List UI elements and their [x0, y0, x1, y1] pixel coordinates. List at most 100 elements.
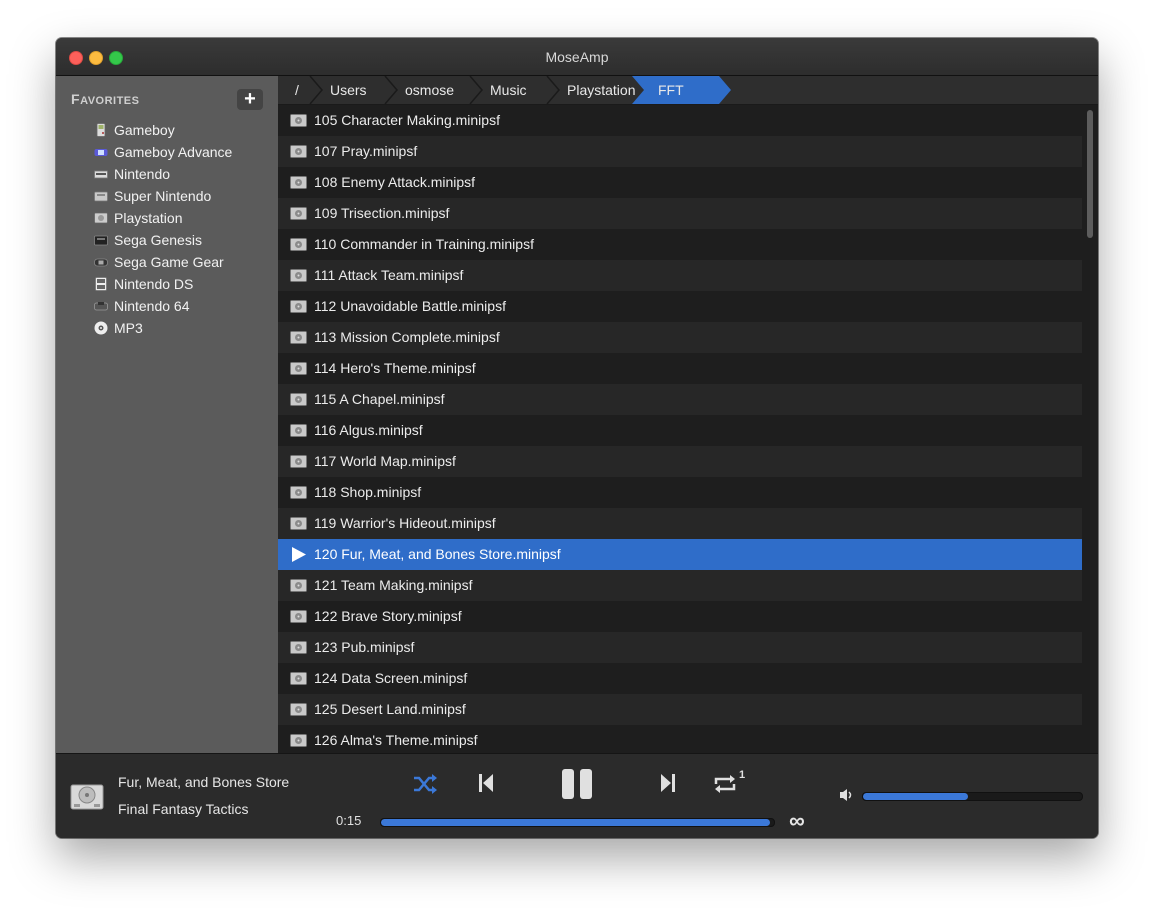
- file-name: 115 A Chapel.minipsf: [314, 391, 445, 407]
- file-row-selected[interactable]: 120 Fur, Meat, and Bones Store.minipsf: [278, 539, 1082, 570]
- file-list-scrollbar[interactable]: [1082, 105, 1098, 753]
- file-row[interactable]: 114 Hero's Theme.minipsf: [278, 353, 1082, 384]
- file-row[interactable]: 110 Commander in Training.minipsf: [278, 229, 1082, 260]
- playstation-icon: [290, 703, 307, 716]
- playstation-icon: [290, 114, 307, 127]
- file-name: 108 Enemy Attack.minipsf: [314, 174, 476, 190]
- file-row[interactable]: 121 Team Making.minipsf: [278, 570, 1082, 601]
- file-row[interactable]: 124 Data Screen.minipsf: [278, 663, 1082, 694]
- app-window: MoseAmp FAVORITES + Gameboy Gameboy Advan…: [56, 38, 1098, 838]
- file-row[interactable]: 116 Algus.minipsf: [278, 415, 1082, 446]
- repeat-count-badge: 1: [739, 769, 746, 781]
- file-row[interactable]: 115 A Chapel.minipsf: [278, 384, 1082, 415]
- nintendo-64-icon: [94, 302, 108, 311]
- playstation-icon: [290, 207, 307, 220]
- sidebar-item-nintendo-ds[interactable]: Nintendo DS: [94, 273, 232, 295]
- file-row[interactable]: 113 Mission Complete.minipsf: [278, 322, 1082, 353]
- add-favorite-button[interactable]: +: [237, 89, 263, 110]
- scrollbar-thumb[interactable]: [1087, 110, 1093, 238]
- volume-slider[interactable]: [862, 792, 1083, 801]
- file-row[interactable]: 125 Desert Land.minipsf: [278, 694, 1082, 725]
- file-row[interactable]: 119 Warrior's Hideout.minipsf: [278, 508, 1082, 539]
- favorites-list: Gameboy Gameboy Advance Nintendo Super Nint…: [94, 119, 232, 339]
- sega-genesis-icon: [94, 235, 108, 246]
- volume-icon[interactable]: [839, 788, 855, 802]
- breadcrumb-separator: [309, 76, 323, 104]
- window-title: MoseAmp: [545, 49, 609, 65]
- sidebar-item-nintendo[interactable]: Nintendo: [94, 163, 232, 185]
- sidebar-item-label: Playstation: [114, 210, 183, 226]
- playstation-icon: [290, 517, 307, 530]
- file-row[interactable]: 123 Pub.minipsf: [278, 632, 1082, 663]
- file-row[interactable]: 117 World Map.minipsf: [278, 446, 1082, 477]
- breadcrumb-separator: [384, 76, 398, 104]
- elapsed-time: 0:15: [336, 813, 362, 828]
- sidebar-item-label: Gameboy Advance: [114, 144, 233, 160]
- sidebar-item-label: Sega Genesis: [114, 232, 202, 248]
- file-name: 109 Trisection.minipsf: [314, 205, 450, 221]
- volume-slider-fill: [863, 793, 969, 800]
- playstation-icon: [290, 734, 307, 747]
- super-nintendo-icon: [94, 191, 108, 202]
- file-name: 116 Algus.minipsf: [314, 422, 423, 438]
- title-bar: MoseAmp: [56, 38, 1098, 76]
- file-row[interactable]: 107 Pray.minipsf: [278, 136, 1082, 167]
- file-row[interactable]: 111 Attack Team.minipsf: [278, 260, 1082, 291]
- pause-icon[interactable]: [561, 768, 593, 800]
- sidebar-item-gameboy[interactable]: Gameboy: [94, 119, 232, 141]
- playstation-icon: [290, 579, 307, 592]
- sidebar-item-label: Nintendo: [114, 166, 171, 182]
- file-row[interactable]: 126 Alma's Theme.minipsf: [278, 725, 1082, 753]
- playstation-icon: [94, 212, 108, 224]
- favorites-header: FAVORITES: [71, 91, 140, 107]
- file-name: 125 Desert Land.minipsf: [314, 701, 466, 717]
- playstation-icon: [290, 393, 307, 406]
- breadcrumb-item-root[interactable]: /: [295, 76, 299, 104]
- breadcrumb-item-fft[interactable]: FFT: [658, 76, 684, 104]
- playstation-icon: [290, 455, 307, 468]
- file-row[interactable]: 105 Character Making.minipsf: [278, 105, 1082, 136]
- sidebar-item-playstation[interactable]: Playstation: [94, 207, 232, 229]
- previous-track-icon[interactable]: [478, 773, 494, 793]
- playing-icon: [292, 547, 306, 562]
- breadcrumb-item-playstation[interactable]: Playstation: [567, 76, 635, 104]
- now-playing-title: Fur, Meat, and Bones Store: [118, 774, 290, 790]
- file-row[interactable]: 118 Shop.minipsf: [278, 477, 1082, 508]
- file-name: 117 World Map.minipsf: [314, 453, 456, 469]
- breadcrumb-item-users[interactable]: Users: [330, 76, 367, 104]
- breadcrumb: / Users osmose Music Playstation FFT: [278, 76, 1098, 105]
- seek-bar[interactable]: [380, 818, 775, 827]
- favorites-sidebar: FAVORITES + Gameboy Gameboy Advance Ninten…: [56, 76, 278, 753]
- disc-icon: [94, 321, 108, 335]
- file-row[interactable]: 112 Unavoidable Battle.minipsf: [278, 291, 1082, 322]
- nintendo-ds-icon: [95, 277, 107, 291]
- repeat-icon[interactable]: [711, 773, 739, 795]
- gameboy-icon: [96, 123, 106, 137]
- sidebar-item-super-nintendo[interactable]: Super Nintendo: [94, 185, 232, 207]
- breadcrumb-item-music[interactable]: Music: [490, 76, 527, 104]
- shuffle-icon[interactable]: [412, 773, 438, 795]
- seek-bar-fill: [381, 819, 771, 826]
- sidebar-item-gameboy-advance[interactable]: Gameboy Advance: [94, 141, 232, 163]
- next-track-icon[interactable]: [660, 773, 676, 793]
- file-name: 123 Pub.minipsf: [314, 639, 415, 655]
- sidebar-item-nintendo-64[interactable]: Nintendo 64: [94, 295, 232, 317]
- duration-infinity: ∞: [789, 808, 805, 833]
- sidebar-item-sega-game-gear[interactable]: Sega Game Gear: [94, 251, 232, 273]
- sidebar-item-sega-genesis[interactable]: Sega Genesis: [94, 229, 232, 251]
- breadcrumb-item-osmose[interactable]: osmose: [405, 76, 454, 104]
- file-name: 113 Mission Complete.minipsf: [314, 329, 500, 345]
- file-row[interactable]: 109 Trisection.minipsf: [278, 198, 1082, 229]
- playstation-icon: [290, 269, 307, 282]
- file-row[interactable]: 122 Brave Story.minipsf: [278, 601, 1082, 632]
- file-name: 107 Pray.minipsf: [314, 143, 418, 159]
- file-list: 105 Character Making.minipsf 107 Pray.min…: [278, 105, 1082, 753]
- playstation-icon: [290, 145, 307, 158]
- file-name: 121 Team Making.minipsf: [314, 577, 473, 593]
- now-playing-album: Final Fantasy Tactics: [118, 801, 249, 817]
- breadcrumb-separator: [546, 76, 560, 104]
- playstation-icon: [290, 486, 307, 499]
- file-name: 110 Commander in Training.minipsf: [314, 236, 534, 252]
- file-row[interactable]: 108 Enemy Attack.minipsf: [278, 167, 1082, 198]
- sidebar-item-mp3[interactable]: MP3: [94, 317, 232, 339]
